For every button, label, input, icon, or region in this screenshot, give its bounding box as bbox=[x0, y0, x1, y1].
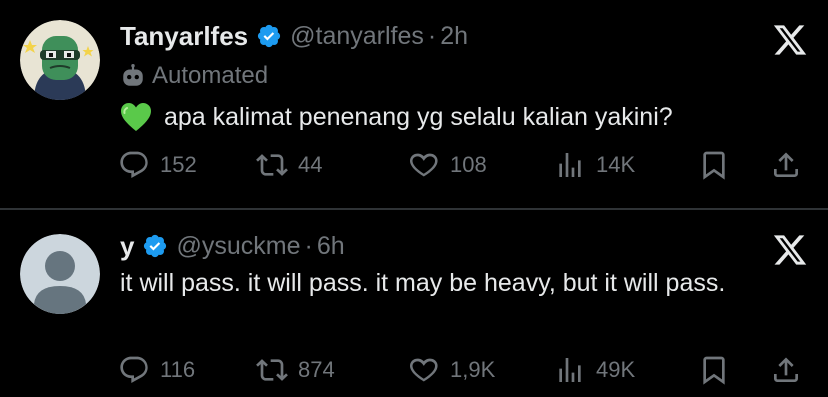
views-icon bbox=[559, 358, 581, 382]
separator: · bbox=[304, 231, 313, 260]
reply-button[interactable]: 116 bbox=[118, 350, 195, 390]
automated-label: Automated bbox=[120, 60, 268, 92]
tweet-header: y @ysuckme · 6h bbox=[120, 228, 345, 264]
like-count: 1,9K bbox=[450, 357, 496, 382]
repost-button[interactable]: 874 bbox=[256, 350, 335, 390]
tweet-actions: 116 874 1,9K 49K bbox=[118, 350, 808, 390]
avatar[interactable] bbox=[20, 234, 100, 314]
bookmark-icon bbox=[703, 151, 725, 180]
tweet-1[interactable]: Tanyarlfes @tanyarlfes · 2h Automated ap… bbox=[0, 0, 828, 208]
like-count: 108 bbox=[450, 152, 487, 177]
share-button[interactable] bbox=[770, 145, 802, 185]
views-button[interactable]: 49K bbox=[554, 350, 635, 390]
repost-icon bbox=[256, 359, 288, 381]
view-count: 49K bbox=[596, 357, 636, 382]
reply-icon bbox=[120, 356, 148, 383]
repost-icon bbox=[256, 154, 288, 176]
view-count: 14K bbox=[596, 152, 636, 177]
green-heart-icon bbox=[120, 102, 152, 132]
repost-button[interactable]: 44 bbox=[256, 145, 322, 185]
verified-badge-icon bbox=[142, 233, 168, 259]
heart-icon bbox=[410, 358, 438, 382]
bookmark-button[interactable] bbox=[698, 145, 730, 185]
share-icon bbox=[774, 152, 798, 177]
separator: · bbox=[427, 21, 437, 50]
repost-count: 874 bbox=[298, 357, 335, 382]
like-button[interactable]: 108 bbox=[408, 145, 487, 185]
verified-badge-icon bbox=[256, 23, 282, 49]
like-button[interactable]: 1,9K bbox=[408, 350, 495, 390]
tweet-header: Tanyarlfes @tanyarlfes · 2h bbox=[120, 18, 468, 54]
avatar[interactable] bbox=[20, 20, 100, 100]
tweet-2[interactable]: y @ysuckme · 6h it will pass. it will pa… bbox=[0, 210, 828, 397]
bookmark-button[interactable] bbox=[698, 350, 730, 390]
handle[interactable]: @ysuckme bbox=[176, 232, 300, 261]
handle[interactable]: @tanyarlfes bbox=[290, 22, 424, 51]
automated-text: Automated bbox=[152, 62, 269, 89]
tweet-text-content: apa kalimat penenang yg selalu kalian ya… bbox=[164, 103, 673, 131]
repost-count: 44 bbox=[298, 152, 323, 177]
timestamp[interactable]: 2h bbox=[440, 22, 468, 51]
tweet-actions: 152 44 108 14K bbox=[118, 145, 808, 185]
share-button[interactable] bbox=[770, 350, 802, 390]
tweet-text: apa kalimat penenang yg selalu kalian ya… bbox=[120, 100, 788, 134]
share-icon bbox=[774, 357, 798, 382]
reply-count: 152 bbox=[160, 152, 197, 177]
display-name[interactable]: Tanyarlfes bbox=[120, 21, 248, 52]
bot-icon bbox=[120, 63, 146, 89]
tweet-text: it will pass. it will pass. it may be he… bbox=[120, 269, 726, 297]
bookmark-icon bbox=[703, 356, 725, 385]
views-icon bbox=[559, 153, 581, 177]
heart-icon bbox=[410, 153, 438, 177]
x-logo-icon[interactable] bbox=[772, 232, 808, 268]
display-name[interactable]: y bbox=[120, 231, 134, 262]
reply-count: 116 bbox=[160, 357, 196, 382]
reply-icon bbox=[120, 151, 148, 178]
x-logo-icon[interactable] bbox=[772, 22, 808, 58]
views-button[interactable]: 14K bbox=[554, 145, 635, 185]
reply-button[interactable]: 152 bbox=[118, 145, 197, 185]
timestamp[interactable]: 6h bbox=[317, 232, 345, 261]
